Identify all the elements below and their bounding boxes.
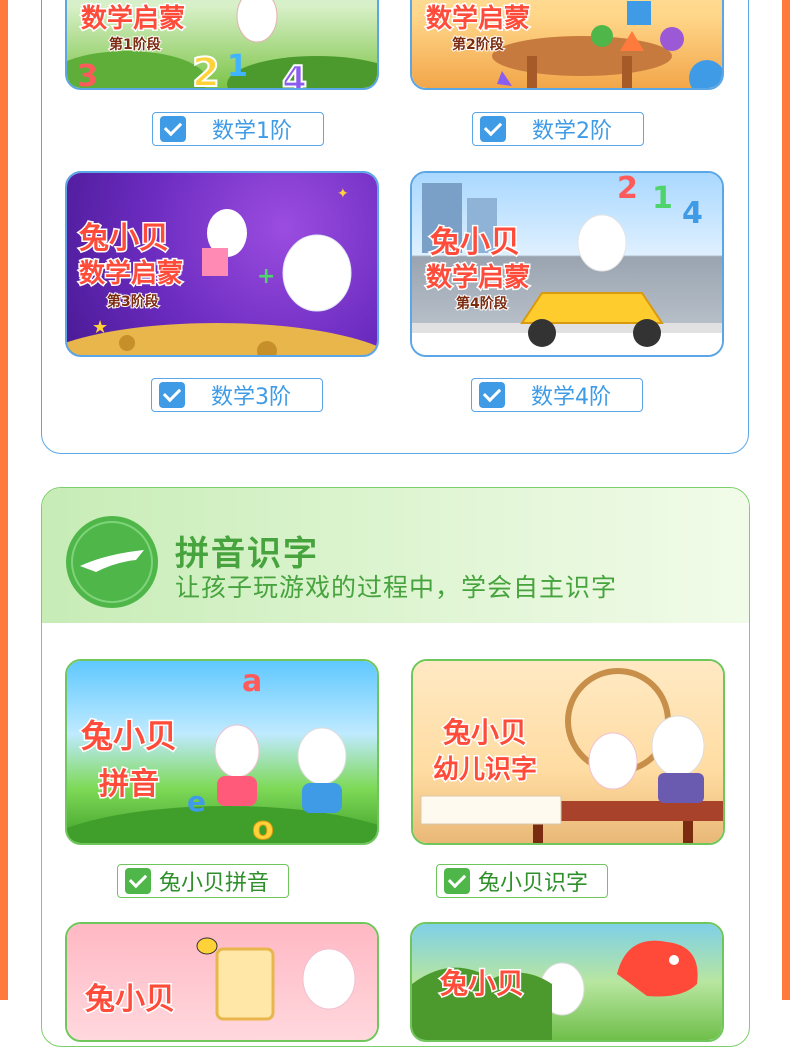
checkbox-label: 数学2阶	[532, 119, 612, 144]
math-stage1-checkbox[interactable]: 数学1阶	[152, 112, 324, 146]
svg-text:★: ★	[92, 317, 108, 338]
checkmark-icon	[444, 868, 470, 894]
right-orange-border	[782, 0, 790, 1000]
pinyin-checkbox[interactable]: 兔小贝拼音	[117, 864, 289, 898]
card-title: 兔小贝	[441, 715, 528, 751]
svg-text:1: 1	[652, 181, 673, 216]
svg-text:2: 2	[192, 50, 220, 90]
math-stage4-card[interactable]: 2 1 4 兔小贝 数学启蒙 第4阶段	[410, 171, 724, 357]
card-stage: 第3阶段	[106, 293, 160, 311]
card-stage: 第1阶段	[108, 36, 162, 54]
svg-text:a: a	[242, 664, 262, 699]
math-stage3-checkbox[interactable]: 数学3阶	[151, 378, 323, 412]
svg-text:✦: ✦	[337, 186, 349, 202]
card-title: 兔小贝	[429, 224, 522, 262]
card-title: 数学启蒙	[424, 3, 531, 36]
math-stage2-checkbox[interactable]: 数学2阶	[472, 112, 644, 146]
checkbox-label: 兔小贝识字	[478, 871, 589, 896]
card-title: 兔小贝	[78, 220, 171, 258]
checkbox-label: 数学3阶	[211, 385, 291, 410]
checkmark-icon	[159, 382, 185, 408]
card-subtitle: 数学启蒙	[77, 258, 184, 291]
svg-text:1: 1	[227, 49, 248, 84]
math-stage1-card[interactable]: 3 2 1 4 数学启蒙 第1阶段	[65, 0, 379, 90]
card-subtitle: 拼音	[98, 766, 161, 804]
checkmark-icon	[125, 868, 151, 894]
svg-text:4: 4	[682, 196, 703, 231]
card-title: 兔小贝	[79, 716, 178, 757]
card-subtitle: 数学启蒙	[424, 262, 531, 295]
math-stage3-card[interactable]: + ★ ✦ 兔小贝 数学启蒙 第3阶段	[65, 171, 379, 357]
card-title: 兔小贝	[84, 981, 177, 1019]
svg-text:e: e	[187, 785, 206, 818]
section-subtitle: 让孩子玩游戏的过程中，学会自主识字	[175, 573, 618, 602]
left-orange-border	[0, 0, 8, 1000]
math-stage2-card[interactable]: 数学启蒙 第2阶段	[410, 0, 724, 90]
checkbox-label: 数学1阶	[212, 119, 292, 144]
checkbox-label: 兔小贝拼音	[159, 871, 270, 896]
card-title: 数学启蒙	[79, 3, 186, 36]
pinyin-card[interactable]: a e o 兔小贝 拼音	[65, 659, 379, 845]
svg-text:2: 2	[617, 173, 638, 206]
svg-text:+: +	[257, 264, 275, 289]
brush-stroke-icon	[66, 516, 158, 608]
checkmark-icon	[160, 116, 186, 142]
card-title: 兔小贝	[438, 966, 525, 1002]
card-stage: 第4阶段	[455, 295, 509, 313]
pinyin-section-header: 拼音识字 让孩子玩游戏的过程中，学会自主识字	[42, 488, 749, 623]
card-subtitle: 幼儿识字	[431, 754, 538, 787]
pinyin-extra-card-1[interactable]: 兔小贝	[65, 922, 379, 1042]
svg-text:3: 3	[77, 59, 98, 90]
literacy-checkbox[interactable]: 兔小贝识字	[436, 864, 608, 898]
literacy-card[interactable]: 兔小贝 幼儿识字	[411, 659, 725, 845]
svg-text:4: 4	[282, 59, 307, 90]
svg-text:o: o	[252, 809, 274, 845]
checkmark-icon	[479, 382, 505, 408]
checkbox-label: 数学4阶	[531, 385, 611, 410]
card-stage: 第2阶段	[451, 36, 505, 54]
pinyin-extra-card-2[interactable]: 兔小贝	[410, 922, 724, 1042]
math-stage4-checkbox[interactable]: 数学4阶	[471, 378, 643, 412]
checkmark-icon	[480, 116, 506, 142]
